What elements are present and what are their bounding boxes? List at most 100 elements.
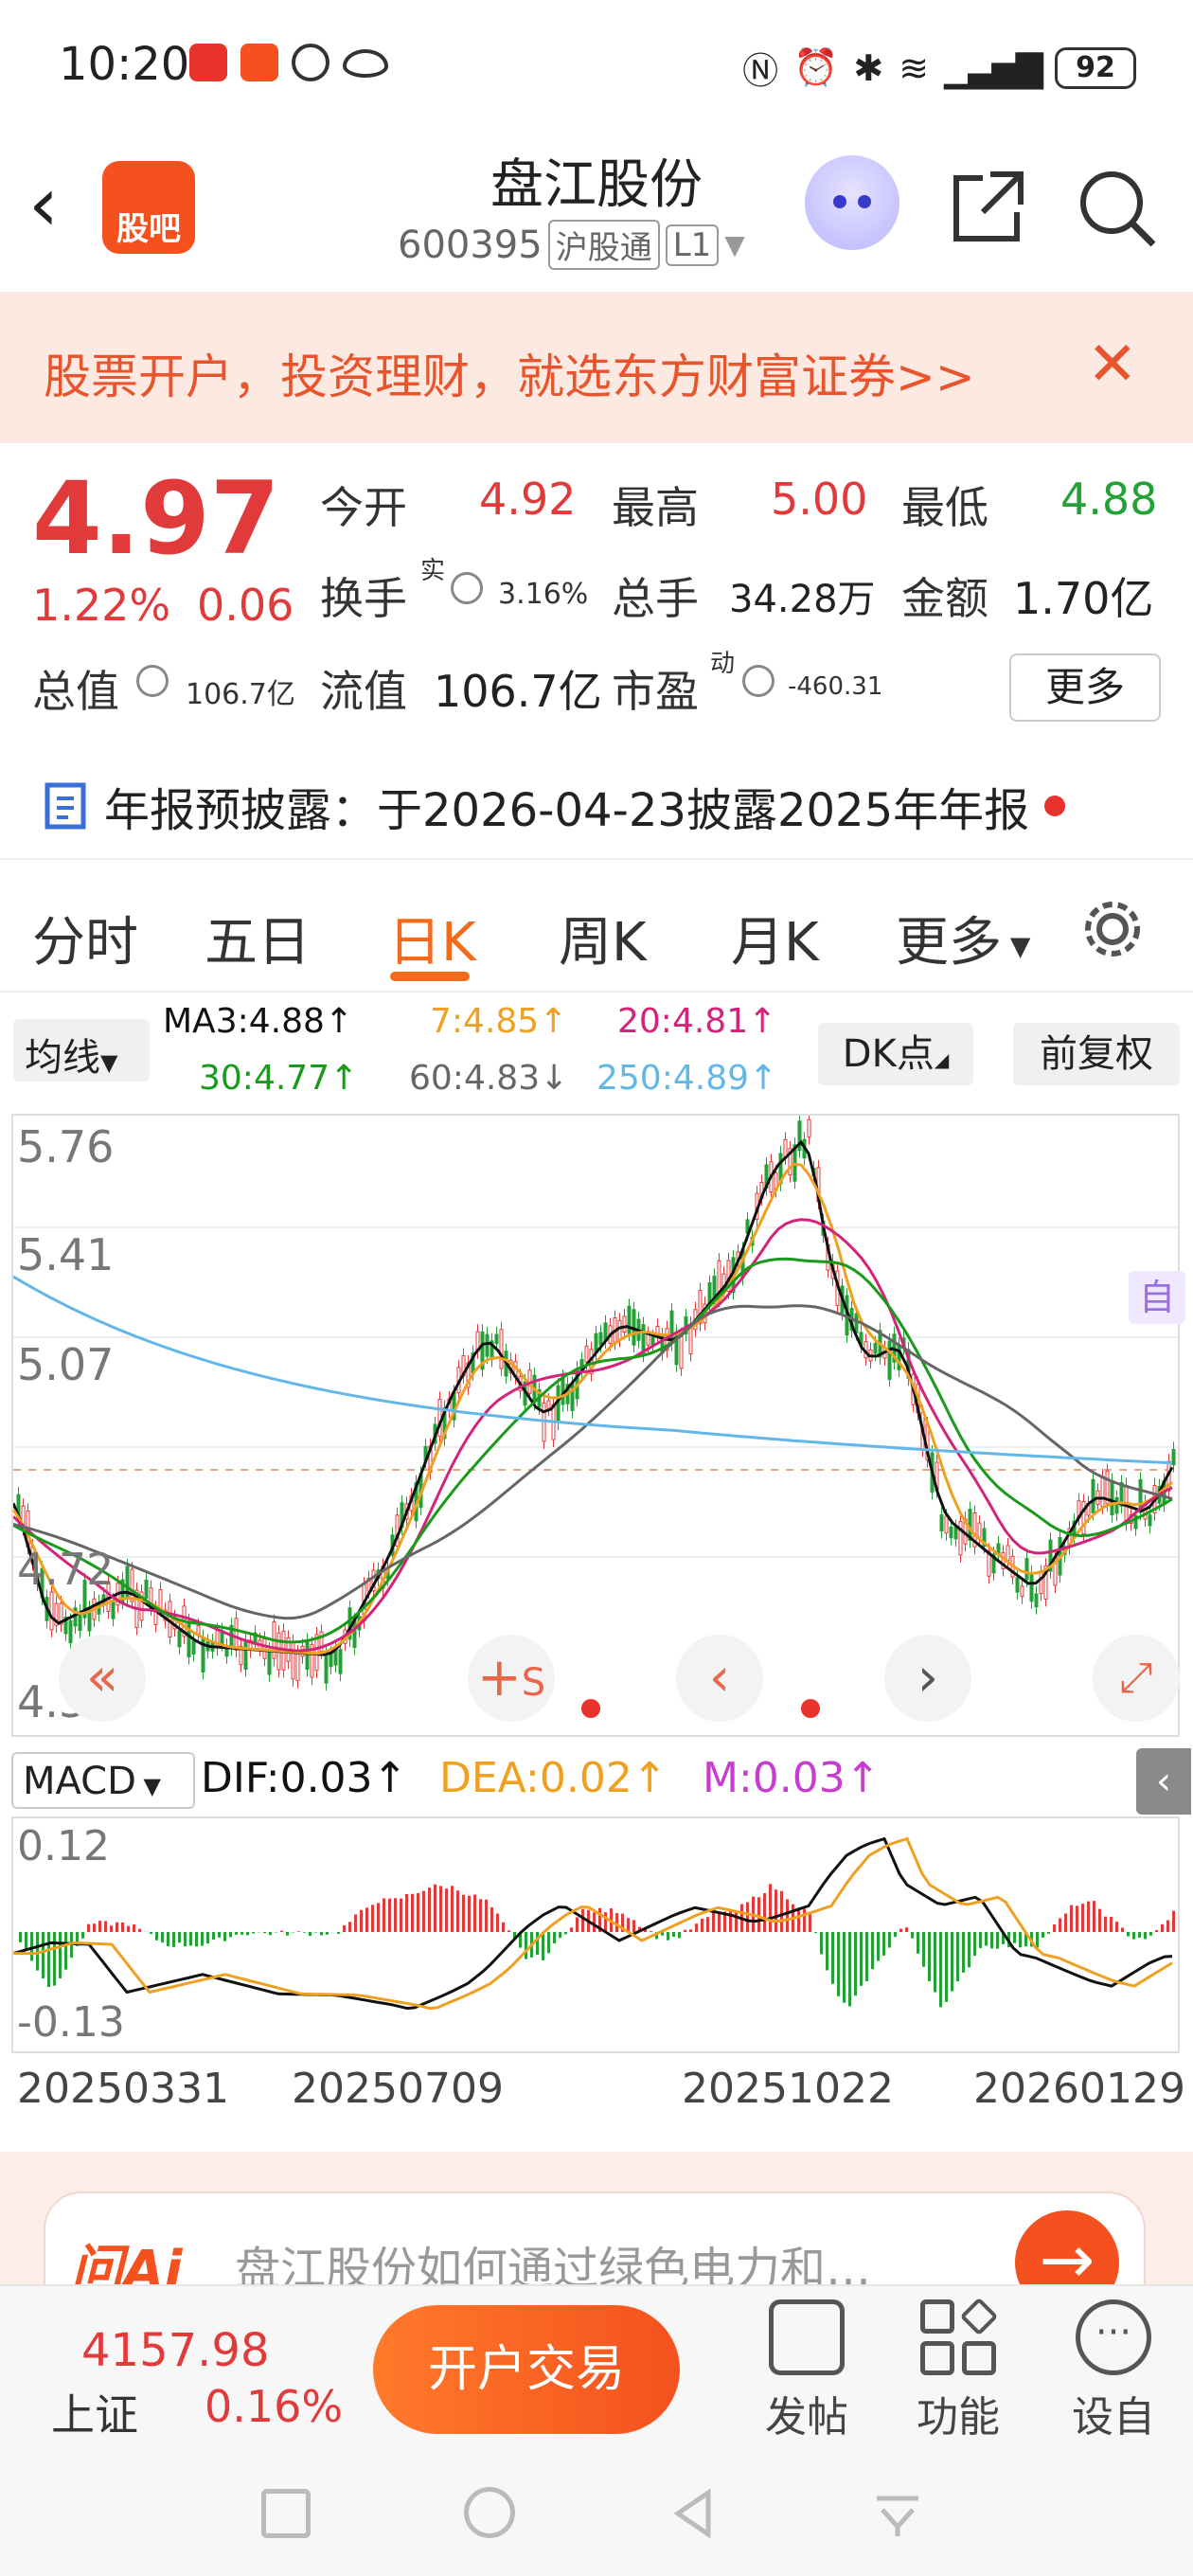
ma-selector[interactable]: 均线▼ [13,1019,150,1082]
macd-bar [581,1908,584,1932]
post-button[interactable]: 发帖 [750,2299,864,2443]
bluetooth-icon: ✱ [853,46,884,89]
add-s-button[interactable]: +S [468,1635,555,1722]
adjust-button[interactable]: 前复权 [1013,1023,1180,1085]
settings-gear-icon[interactable] [1079,896,1146,962]
macd-bar [473,1894,476,1932]
macd-bar [116,1922,118,1932]
self-select-marker[interactable]: 自 [1129,1271,1185,1324]
macd-bar [593,1912,596,1932]
macd-bar [81,1932,84,1939]
open-account-trade-button[interactable]: 开户交易 [373,2305,680,2434]
macd-bar [428,1887,431,1932]
recent-apps-icon[interactable] [261,2489,311,2538]
edit-icon [769,2299,845,2375]
expand-icon[interactable]: ⤢ [1093,1635,1180,1722]
macd-bar [479,1899,482,1932]
search-icon[interactable] [1074,165,1159,250]
macd-bar [826,1932,828,1971]
turnover-label: 换手 [320,573,407,624]
macd-bar [206,1932,209,1944]
macd-bar [138,1928,141,1932]
macd-bar [809,1913,811,1932]
macd-bar [559,1932,561,1939]
home-icon[interactable] [464,2487,515,2538]
down-icon[interactable] [869,2485,926,2542]
signal-dot [581,1699,600,1718]
banner-text[interactable]: 股票开户，投资理财，就选东方财富证券>> [44,339,975,407]
macd-bar [434,1884,436,1932]
macd-bar [47,1932,50,1988]
next-arrow-icon[interactable]: › [884,1635,971,1722]
macd-bar [990,1932,993,1949]
tab-intraday[interactable]: 分时 [32,900,138,976]
current-price: 4.97 [32,460,280,577]
pe-info-icon[interactable] [742,665,775,697]
tab-daily-k[interactable]: 日K [388,900,476,976]
macd-bar [1104,1916,1107,1932]
macd-bar [502,1922,505,1932]
macd-bar [371,1905,374,1932]
high-label: 最高 [612,482,699,533]
tab-more[interactable]: 更多 ▼ [896,900,1030,976]
more-quote-button[interactable]: 更多 [1009,653,1161,722]
macd-bar [150,1932,152,1935]
macd-bar [712,1911,715,1932]
macd-bar [394,1898,397,1932]
macd-bar [650,1931,652,1932]
index-name[interactable]: 上证 [51,2381,138,2443]
macd-bar [1070,1905,1073,1932]
rewind-icon[interactable]: « [59,1635,146,1722]
mktcap-info-icon[interactable] [136,665,169,697]
macd-bar [899,1928,902,1932]
prev-arrow-icon[interactable]: ‹ [676,1635,763,1722]
macd-bar [1127,1932,1130,1937]
candle-body [234,1618,239,1652]
macd-bar [167,1932,169,1947]
candle-body [887,1340,892,1380]
macd-bar [263,1932,266,1934]
ai-robot-avatar[interactable] [805,155,899,250]
tab-monthly-k[interactable]: 月K [731,900,819,976]
close-icon[interactable]: ✕ [1087,330,1138,400]
mktcap-value: 106.7亿 [186,678,295,711]
macd-bar [485,1899,488,1932]
macd-bar [973,1932,976,1957]
macd-bar [894,1932,897,1938]
macd-bar [360,1909,363,1932]
candle-body [144,1579,149,1599]
index-percent[interactable]: 0.16% [205,2381,343,2432]
kline-plot [13,1116,1178,1718]
macd-bar [223,1932,226,1941]
macd-bar [451,1886,454,1932]
macd-chart[interactable]: 0.12 -0.13 [11,1816,1180,2053]
pe-sup: 动 [710,650,736,678]
macd-selector[interactable]: MACD ▼ [11,1752,195,1809]
macd-bar [161,1932,164,1943]
dk-point-button[interactable]: DK点◢ [818,1023,973,1085]
macd-bar [19,1932,22,1942]
macd-bar [564,1932,567,1935]
macd-bar [882,1932,885,1956]
turnover-info-icon[interactable] [451,572,483,604]
macd-bar [570,1927,573,1932]
macd-bar [775,1889,777,1932]
stock-code-line[interactable]: 600395 沪股通 L1 ▼ [398,220,745,270]
tab-weekly-k[interactable]: 周K [559,900,647,976]
promo-banner[interactable]: 股票开户，投资理财，就选东方财富证券>> ✕ [0,292,1193,443]
dif-value: DIF:0.03↑ [201,1754,408,1802]
tab-five-day[interactable]: 五日 [205,900,311,976]
collapse-arrow-icon[interactable]: ‹ [1136,1748,1191,1815]
index-value[interactable]: 4157.98 [81,2324,270,2377]
function-button[interactable]: 功能 [901,2297,1015,2443]
back-icon[interactable] [667,2485,723,2542]
macd-bar [468,1895,471,1932]
macd-bar [928,1932,931,1981]
share-icon[interactable] [945,165,1030,250]
macd-bar [121,1922,124,1932]
macd-bar [1155,1930,1158,1932]
float-value: 106.7亿 [434,666,602,717]
kline-chart[interactable]: 5.76 5.41 5.07 4.72 4.37 自 « +S ‹ › ⤢ [11,1114,1185,1737]
annual-report-notice[interactable]: 年报预披露：于2026-04-23披露2025年年报 [44,773,1066,839]
y-label-top: 5.76 [17,1121,115,1172]
